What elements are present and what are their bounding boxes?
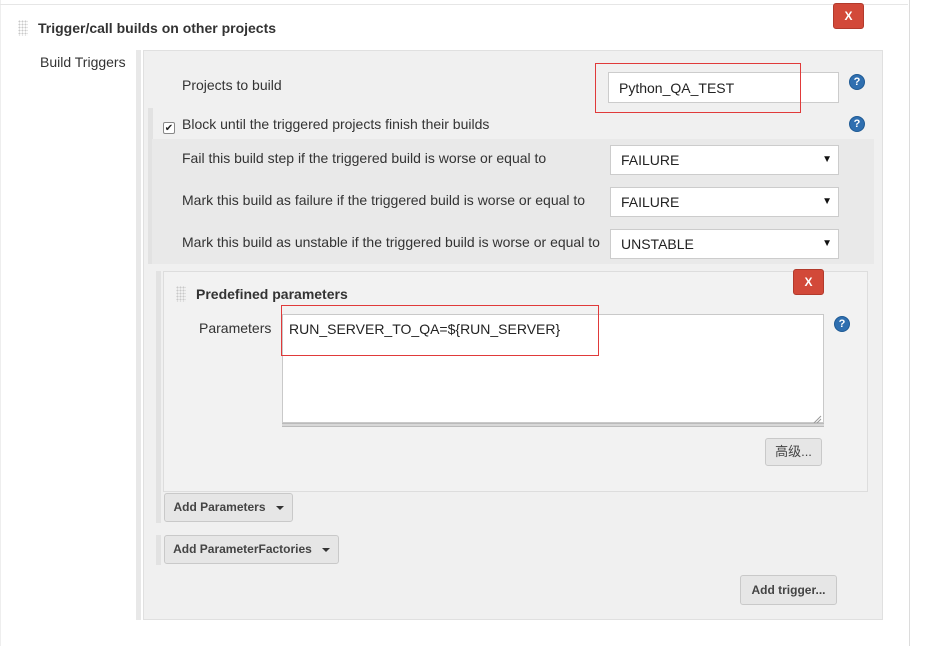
dropdown-arrow-icon: ▼ bbox=[822, 196, 832, 207]
dropdown-arrow-icon: ▼ bbox=[822, 238, 832, 249]
unstable-threshold-label: Mark this build as unstable if the trigg… bbox=[182, 234, 600, 250]
resize-handle-icon[interactable] bbox=[812, 411, 822, 424]
advanced-button[interactable]: 高级... bbox=[765, 438, 822, 466]
build-triggers-label: Build Triggers bbox=[40, 54, 126, 70]
caret-down-icon bbox=[321, 547, 330, 552]
unstable-threshold-select[interactable]: UNSTABLE ▼ bbox=[610, 229, 839, 259]
block-until-finish-label: Block until the triggered projects finis… bbox=[182, 116, 490, 132]
nesting-bar bbox=[136, 50, 141, 620]
help-icon[interactable]: ? bbox=[834, 316, 850, 332]
failure-threshold-select[interactable]: FAILURE ▼ bbox=[610, 187, 839, 217]
block-until-finish-checkbox[interactable]: ✔ bbox=[163, 122, 175, 134]
divider bbox=[0, 4, 908, 5]
add-parameter-factories-label: Add ParameterFactories bbox=[173, 542, 312, 556]
textarea-grip[interactable] bbox=[282, 423, 824, 427]
selected-value: FAILURE bbox=[621, 152, 680, 168]
delete-parameters-button[interactable]: X bbox=[793, 269, 824, 295]
predefined-parameters-title: Predefined parameters bbox=[196, 286, 348, 302]
help-icon[interactable]: ? bbox=[849, 74, 865, 90]
help-icon[interactable]: ? bbox=[849, 116, 865, 132]
section-title: Trigger/call builds on other projects bbox=[38, 20, 277, 36]
nesting-bar bbox=[156, 271, 161, 523]
failure-threshold-label: Mark this build as failure if the trigge… bbox=[182, 192, 586, 208]
nesting-bar bbox=[156, 535, 161, 565]
selected-value: FAILURE bbox=[621, 194, 680, 210]
fail-threshold-select[interactable]: FAILURE ▼ bbox=[610, 145, 839, 175]
parameters-textarea[interactable]: RUN_SERVER_TO_QA=${RUN_SERVER} bbox=[282, 314, 824, 423]
caret-down-icon bbox=[275, 505, 284, 510]
drag-handle-icon[interactable] bbox=[18, 20, 28, 36]
add-parameters-button[interactable]: Add Parameters bbox=[164, 493, 293, 522]
dropdown-arrow-icon: ▼ bbox=[822, 154, 832, 165]
add-parameter-factories-button[interactable]: Add ParameterFactories bbox=[164, 535, 339, 564]
delete-step-button[interactable]: X bbox=[833, 3, 864, 29]
parameters-label: Parameters bbox=[199, 320, 272, 336]
projects-to-build-input[interactable]: Python_QA_TEST bbox=[608, 72, 839, 103]
projects-to-build-label: Projects to build bbox=[182, 77, 282, 93]
fail-threshold-label: Fail this build step if the triggered bu… bbox=[182, 150, 547, 166]
add-parameters-label: Add Parameters bbox=[173, 500, 266, 514]
add-trigger-button[interactable]: Add trigger... bbox=[740, 575, 837, 605]
drag-handle-icon[interactable] bbox=[176, 286, 186, 302]
selected-value: UNSTABLE bbox=[621, 236, 694, 252]
